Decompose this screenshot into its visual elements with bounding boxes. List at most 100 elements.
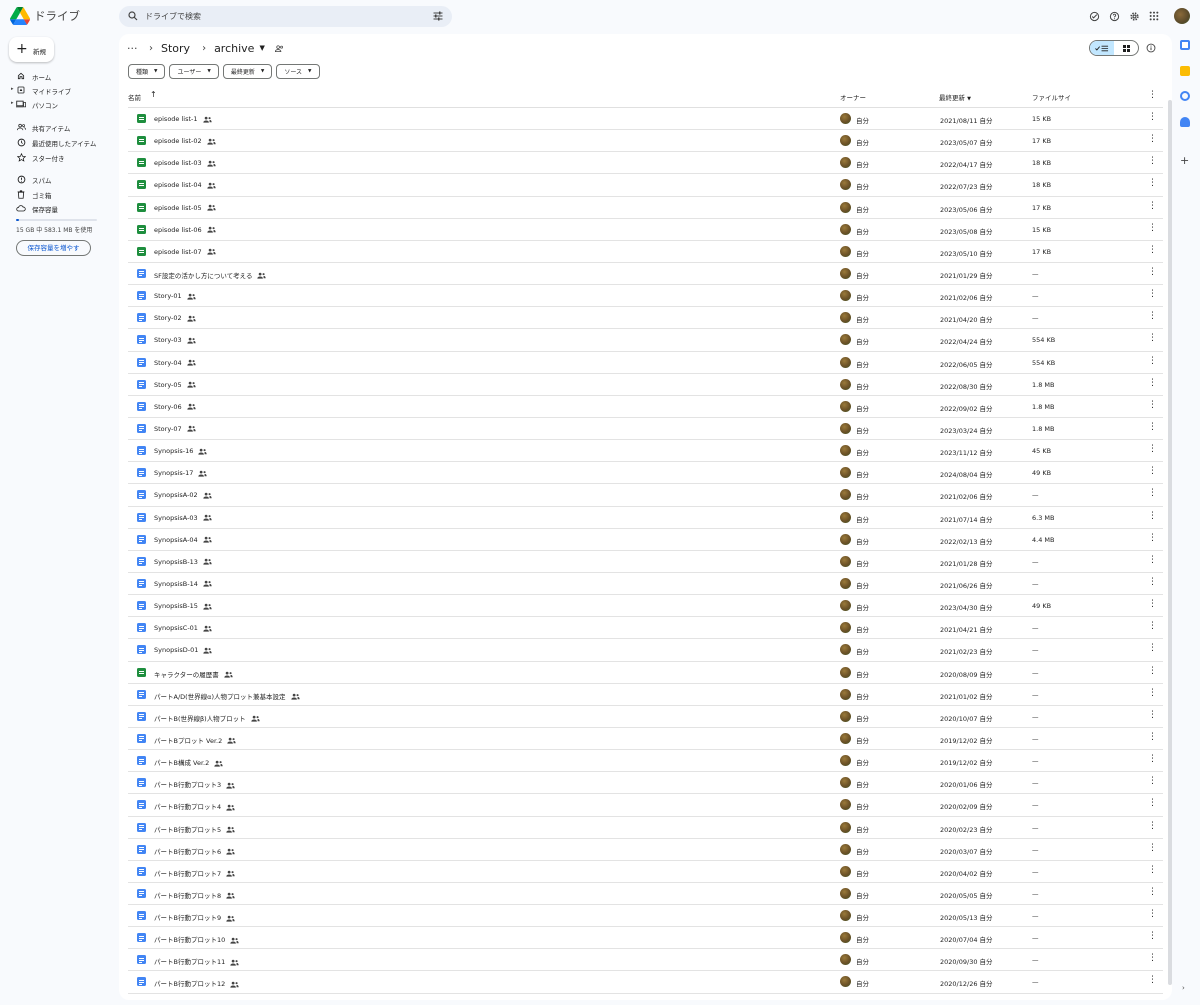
table-row[interactable]: パートA/D(世界線α)人物プロット兼基本設定 自分 2021/01/02 自分 — ⋮: [128, 684, 1163, 706]
table-row[interactable]: SynopsisB-14 自分 2021/06/26 自分 — ⋮: [128, 573, 1163, 596]
breadcrumb-parent[interactable]: Story: [161, 42, 190, 55]
more-vert-icon[interactable]: ⋮: [1148, 577, 1157, 587]
more-vert-icon[interactable]: ⋮: [1148, 267, 1157, 277]
file-name[interactable]: Story-04: [154, 359, 196, 367]
more-vert-icon[interactable]: ⋮: [1148, 356, 1157, 366]
table-row[interactable]: SynopsisA-03 自分 2021/07/14 自分 6.3 MB ⋮: [128, 507, 1163, 529]
sidebar-item-recent[interactable]: 最近使用したアイテム: [0, 135, 118, 149]
contacts-icon[interactable]: [1180, 117, 1190, 127]
filter-source[interactable]: ソース ▼: [276, 64, 320, 79]
table-row[interactable]: SynopsisB-13 自分 2021/01/28 自分 — ⋮: [128, 551, 1163, 573]
file-name[interactable]: SynopsisB-15: [154, 602, 212, 610]
more-vert-icon[interactable]: ⋮: [1148, 710, 1157, 720]
file-name[interactable]: Story-02: [154, 314, 196, 322]
table-row[interactable]: episode list-02 自分 2023/05/07 自分 17 KB ⋮: [128, 130, 1163, 153]
file-name[interactable]: episode list-05: [154, 204, 216, 212]
search-icon[interactable]: [127, 10, 139, 22]
file-name[interactable]: Story-03: [154, 336, 196, 344]
table-row[interactable]: パートB行動プロット11 自分 2020/09/30 自分 — ⋮: [128, 949, 1163, 972]
scrollbar[interactable]: [1168, 100, 1172, 985]
tasks-icon[interactable]: [1180, 91, 1190, 101]
file-name[interactable]: パートB行動プロット9: [154, 912, 235, 922]
file-name[interactable]: Synopsis-17: [154, 469, 208, 477]
more-vert-icon[interactable]: ⋮: [1148, 865, 1157, 875]
sidebar-item-computers[interactable]: ▸ パソコン: [0, 97, 118, 111]
sidebar-item-shared[interactable]: 共有アイテム: [0, 120, 118, 134]
file-name[interactable]: SynopsisB-14: [154, 580, 212, 588]
table-row[interactable]: episode list-04 自分 2022/07/23 自分 18 KB ⋮: [128, 174, 1163, 197]
column-header-owner[interactable]: オーナー: [840, 92, 866, 102]
table-row[interactable]: SynopsisC-01 自分 2021/04/21 自分 — ⋮: [128, 617, 1163, 640]
settings-gear-icon[interactable]: [1128, 9, 1140, 23]
more-vert-icon[interactable]: ⋮: [1148, 555, 1157, 565]
new-button[interactable]: + 新規: [9, 37, 54, 62]
table-row[interactable]: パートB行動プロット4 自分 2020/02/09 自分 — ⋮: [128, 794, 1163, 817]
file-name[interactable]: パートB行動プロット11: [154, 956, 239, 966]
table-row[interactable]: パートB(世界線β)人物プロット 自分 2020/10/07 自分 — ⋮: [128, 706, 1163, 728]
table-row[interactable]: SF設定の活かし方について考える 自分 2021/01/29 自分 — ⋮: [128, 263, 1163, 286]
table-row[interactable]: Story-06 自分 2022/09/02 自分 1.8 MB ⋮: [128, 396, 1163, 418]
table-row[interactable]: パートBプロット Ver.2 自分 2019/12/02 自分 — ⋮: [128, 728, 1163, 751]
list-view-button[interactable]: [1090, 41, 1114, 55]
more-vert-icon[interactable]: ⋮: [1148, 333, 1157, 343]
more-vert-icon[interactable]: ⋮: [1148, 511, 1157, 521]
more-vert-icon[interactable]: ⋮: [1148, 931, 1157, 941]
more-vert-icon[interactable]: ⋮: [1148, 223, 1157, 233]
breadcrumb-current[interactable]: archive: [214, 42, 254, 55]
table-row[interactable]: Story-05 自分 2022/08/30 自分 1.8 MB ⋮: [128, 374, 1163, 396]
more-vert-icon[interactable]: ⋮: [1148, 754, 1157, 764]
calendar-icon[interactable]: [1180, 40, 1190, 50]
table-row[interactable]: episode list-07 自分 2023/05/10 自分 17 KB ⋮: [128, 241, 1163, 263]
sidebar-item-storage[interactable]: 保存容量: [0, 201, 118, 215]
file-name[interactable]: パートBプロット Ver.2: [154, 735, 236, 745]
file-name[interactable]: パートB行動プロット12: [154, 978, 239, 988]
file-name[interactable]: パートB行動プロット4: [154, 801, 235, 811]
table-row[interactable]: Story-03 自分 2022/04/24 自分 554 KB ⋮: [128, 329, 1163, 352]
more-vert-icon[interactable]: ⋮: [1148, 843, 1157, 853]
table-row[interactable]: Synopsis-17 自分 2024/08/04 自分 49 KB ⋮: [128, 462, 1163, 485]
table-row[interactable]: Story-04 自分 2022/06/05 自分 554 KB ⋮: [128, 352, 1163, 374]
more-vert-icon[interactable]: ⋮: [1148, 245, 1157, 255]
file-name[interactable]: パートB行動プロット3: [154, 779, 235, 789]
help-icon[interactable]: [1108, 9, 1120, 23]
file-name[interactable]: SynopsisA-03: [154, 514, 212, 522]
file-name[interactable]: パートB構成 Ver.2: [154, 757, 223, 767]
more-vert-icon[interactable]: ⋮: [1148, 112, 1157, 122]
table-row[interactable]: パートB行動プロット5 自分 2020/02/23 自分 — ⋮: [128, 817, 1163, 839]
expand-caret-icon[interactable]: ▸: [11, 100, 14, 106]
filter-modified[interactable]: 最終更新 ▼: [222, 64, 273, 79]
more-vert-icon[interactable]: ⋮: [1148, 156, 1157, 166]
sidebar-item-trash[interactable]: ゴミ箱: [0, 187, 118, 201]
more-vert-icon[interactable]: ⋮: [1148, 643, 1157, 653]
more-vert-icon[interactable]: ⋮: [1148, 821, 1157, 831]
file-name[interactable]: SF設定の活かし方について考える: [154, 270, 267, 280]
apps-grid-icon[interactable]: [1148, 9, 1160, 23]
column-header-name[interactable]: 名前: [128, 92, 141, 102]
grid-view-button[interactable]: [1114, 41, 1138, 55]
more-vert-icon[interactable]: ⋮: [1148, 666, 1157, 676]
file-name[interactable]: episode list-04: [154, 181, 216, 189]
table-row[interactable]: Story-02 自分 2021/04/20 自分 — ⋮: [128, 307, 1163, 330]
file-name[interactable]: SynopsisA-02: [154, 491, 212, 499]
file-name[interactable]: パートB行動プロット5: [154, 824, 235, 834]
sidebar-item-starred[interactable]: スター付き: [0, 150, 118, 164]
file-name[interactable]: Story-07: [154, 425, 196, 433]
sidebar-item-my-drive[interactable]: ▸ マイドライブ: [0, 83, 118, 97]
file-name[interactable]: パートB行動プロット10: [154, 934, 239, 944]
more-vert-icon[interactable]: ⋮: [1148, 953, 1157, 963]
more-vert-icon[interactable]: ⋮: [1148, 444, 1157, 454]
table-row[interactable]: パートB行動プロット7 自分 2020/04/02 自分 — ⋮: [128, 861, 1163, 883]
more-vert-icon[interactable]: ⋮: [1148, 975, 1157, 985]
table-row[interactable]: Story-07 自分 2023/03/24 自分 1.8 MB ⋮: [128, 418, 1163, 441]
file-name[interactable]: episode list-06: [154, 226, 216, 234]
more-vert-icon[interactable]: ⋮: [1148, 688, 1157, 698]
more-vert-icon[interactable]: ⋮: [1148, 134, 1157, 144]
table-row[interactable]: episode list-03 自分 2022/04/17 自分 18 KB ⋮: [128, 152, 1163, 175]
more-vert-icon[interactable]: ⋮: [1148, 533, 1157, 543]
more-vert-icon[interactable]: ⋮: [1148, 776, 1157, 786]
table-row[interactable]: パートB行動プロット12 自分 2020/12/26 自分 — ⋮: [128, 971, 1163, 994]
table-row[interactable]: episode list-06 自分 2023/05/08 自分 15 KB ⋮: [128, 219, 1163, 241]
filter-people[interactable]: ユーザー ▼: [169, 64, 219, 79]
more-vert-icon[interactable]: ⋮: [1148, 466, 1157, 476]
table-row[interactable]: SynopsisA-02 自分 2021/02/06 自分 — ⋮: [128, 484, 1163, 507]
